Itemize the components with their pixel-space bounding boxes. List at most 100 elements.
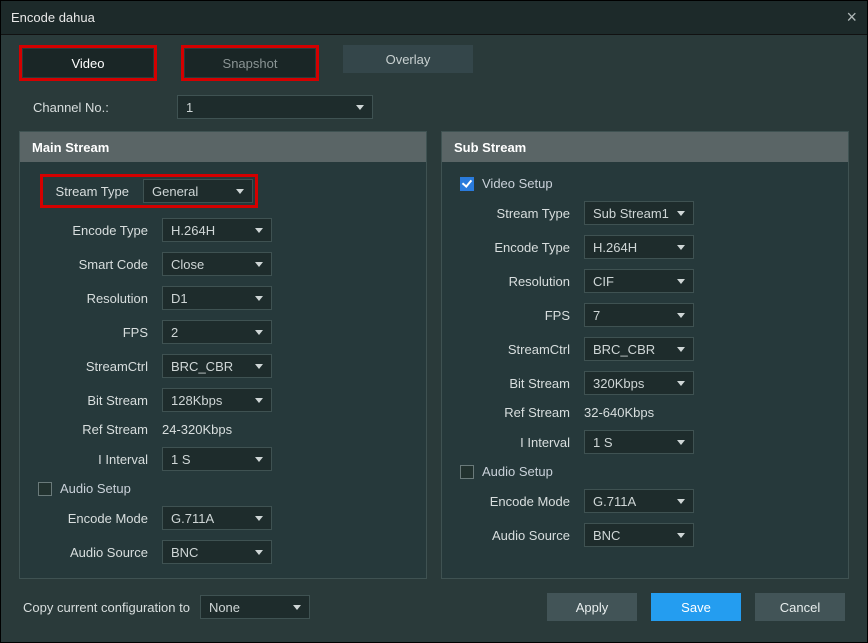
caret-down-icon	[293, 605, 301, 610]
main-bitstream-label: Bit Stream	[44, 393, 162, 408]
sub-audio-source-select[interactable]: BNC	[584, 523, 694, 547]
main-encode-mode-select[interactable]: G.711A	[162, 506, 272, 530]
caret-down-icon	[677, 440, 685, 445]
sub-bitstream-label: Bit Stream	[466, 376, 584, 391]
close-icon[interactable]: ×	[846, 7, 857, 28]
apply-button[interactable]: Apply	[547, 593, 637, 621]
channel-select[interactable]: 1	[177, 95, 373, 119]
caret-down-icon	[255, 398, 263, 403]
main-encode-type-select[interactable]: H.264H	[162, 218, 272, 242]
main-resolution-label: Resolution	[44, 291, 162, 306]
sub-bitstream-select[interactable]: 320Kbps	[584, 371, 694, 395]
dialog-title: Encode dahua	[11, 10, 95, 25]
main-encode-mode-value: G.711A	[171, 511, 214, 526]
main-stream-header: Main Stream	[20, 132, 426, 162]
video-tab-highlight: Video	[19, 45, 157, 81]
sub-iinterval-select[interactable]: 1 S	[584, 430, 694, 454]
sub-streamctrl-select[interactable]: BRC_CBR	[584, 337, 694, 361]
stream-type-highlight: Stream Type General	[40, 174, 258, 208]
sub-fps-label: FPS	[466, 308, 584, 323]
main-resolution-select[interactable]: D1	[162, 286, 272, 310]
main-streamctrl-value: BRC_CBR	[171, 359, 233, 374]
tabs: Video Snapshot Overlay	[1, 35, 867, 87]
caret-down-icon	[677, 211, 685, 216]
main-audio-setup-row: Audio Setup	[38, 481, 410, 496]
snapshot-tab-highlight: Snapshot	[181, 45, 319, 81]
main-smart-code-value: Close	[171, 257, 204, 272]
main-refstream-value: 24-320Kbps	[162, 422, 232, 437]
sub-bitstream-value: 320Kbps	[593, 376, 644, 391]
sub-encode-mode-select[interactable]: G.711A	[584, 489, 694, 513]
sub-fps-value: 7	[593, 308, 600, 323]
main-iinterval-select[interactable]: 1 S	[162, 447, 272, 471]
main-audio-source-label: Audio Source	[44, 545, 162, 560]
main-streamctrl-label: StreamCtrl	[44, 359, 162, 374]
caret-down-icon	[677, 245, 685, 250]
main-fps-select[interactable]: 2	[162, 320, 272, 344]
sub-encode-type-label: Encode Type	[466, 240, 584, 255]
main-encode-type-label: Encode Type	[44, 223, 162, 238]
caret-down-icon	[255, 262, 263, 267]
main-fps-label: FPS	[44, 325, 162, 340]
main-stream-type-label: Stream Type	[45, 184, 143, 199]
copy-config-select[interactable]: None	[200, 595, 310, 619]
sub-fps-select[interactable]: 7	[584, 303, 694, 327]
copy-config-value: None	[209, 600, 240, 615]
sub-stream-type-value: Sub Stream1	[593, 206, 669, 221]
sub-stream-type-select[interactable]: Sub Stream1	[584, 201, 694, 225]
main-smart-code-select[interactable]: Close	[162, 252, 272, 276]
main-stream-type-select[interactable]: General	[143, 179, 253, 203]
main-iinterval-label: I Interval	[44, 452, 162, 467]
sub-encode-mode-value: G.711A	[593, 494, 636, 509]
title-bar: Encode dahua ×	[1, 1, 867, 35]
caret-down-icon	[677, 533, 685, 538]
main-bitstream-value: 128Kbps	[171, 393, 222, 408]
sub-encode-type-select[interactable]: H.264H	[584, 235, 694, 259]
sub-iinterval-value: 1 S	[593, 435, 613, 450]
main-audio-setup-checkbox[interactable]	[38, 482, 52, 496]
sub-resolution-select[interactable]: CIF	[584, 269, 694, 293]
caret-down-icon	[255, 296, 263, 301]
caret-down-icon	[356, 105, 364, 110]
sub-audio-source-value: BNC	[593, 528, 620, 543]
main-smart-code-label: Smart Code	[44, 257, 162, 272]
main-fps-value: 2	[171, 325, 178, 340]
main-iinterval-value: 1 S	[171, 452, 191, 467]
main-bitstream-select[interactable]: 128Kbps	[162, 388, 272, 412]
cancel-button[interactable]: Cancel	[755, 593, 845, 621]
sub-video-setup-label: Video Setup	[482, 176, 553, 191]
caret-down-icon	[255, 516, 263, 521]
tab-snapshot[interactable]: Snapshot	[185, 49, 315, 77]
sub-video-setup-checkbox[interactable]	[460, 177, 474, 191]
channel-value: 1	[186, 100, 193, 115]
sub-streamctrl-label: StreamCtrl	[466, 342, 584, 357]
main-encode-mode-label: Encode Mode	[44, 511, 162, 526]
sub-stream-type-label: Stream Type	[466, 206, 584, 221]
tab-video[interactable]: Video	[23, 49, 153, 77]
main-audio-source-value: BNC	[171, 545, 198, 560]
caret-down-icon	[255, 364, 263, 369]
copy-config-label: Copy current configuration to	[23, 600, 190, 615]
sub-streamctrl-value: BRC_CBR	[593, 342, 655, 357]
caret-down-icon	[255, 330, 263, 335]
caret-down-icon	[677, 381, 685, 386]
tab-overlay[interactable]: Overlay	[343, 45, 473, 73]
panels: Main Stream Stream Type General Encode T…	[1, 131, 867, 579]
main-encode-type-value: H.264H	[171, 223, 215, 238]
sub-refstream-value: 32-640Kbps	[584, 405, 654, 420]
main-audio-source-select[interactable]: BNC	[162, 540, 272, 564]
caret-down-icon	[255, 457, 263, 462]
caret-down-icon	[677, 499, 685, 504]
sub-iinterval-label: I Interval	[466, 435, 584, 450]
encode-dialog: Encode dahua × Video Snapshot Overlay Ch…	[0, 0, 868, 643]
main-stream-type-value: General	[152, 184, 198, 199]
caret-down-icon	[236, 189, 244, 194]
sub-audio-setup-checkbox[interactable]	[460, 465, 474, 479]
main-resolution-value: D1	[171, 291, 188, 306]
save-button[interactable]: Save	[651, 593, 741, 621]
sub-encode-mode-label: Encode Mode	[466, 494, 584, 509]
main-streamctrl-select[interactable]: BRC_CBR	[162, 354, 272, 378]
caret-down-icon	[255, 228, 263, 233]
sub-resolution-label: Resolution	[466, 274, 584, 289]
sub-audio-setup-label: Audio Setup	[482, 464, 553, 479]
